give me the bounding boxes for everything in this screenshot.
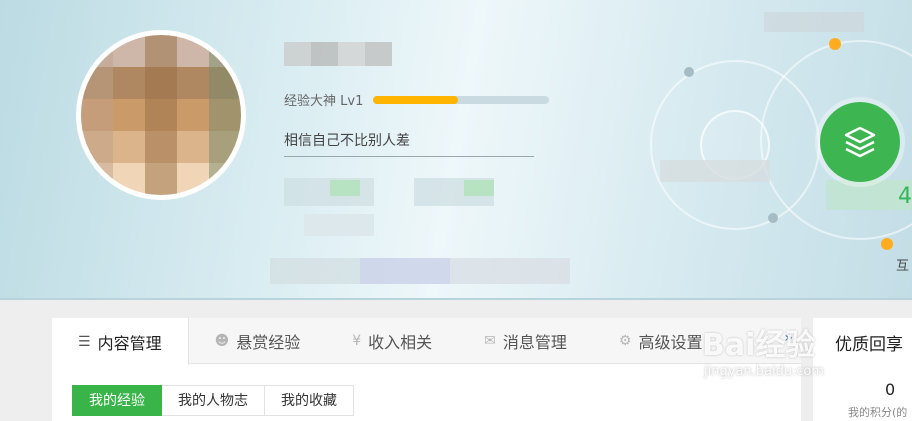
banner-divider (0, 298, 912, 300)
reward-icon: ☻ (214, 333, 230, 349)
right-stat-redacted (764, 12, 864, 32)
decor-dot (829, 38, 841, 50)
info-redacted (270, 258, 570, 284)
points-label: 我的积分(的 (848, 406, 908, 419)
layers-badge[interactable] (820, 102, 900, 182)
quality-share-card: 优质回享 0 我的积分(的 (813, 318, 912, 421)
right-stat-redacted (660, 160, 770, 182)
avatar-image (81, 35, 241, 195)
profile-motto[interactable]: 相信自己不比别人差 (284, 130, 534, 157)
more-tabs-icon[interactable]: » (784, 330, 793, 346)
level-progress-fill (373, 95, 458, 104)
tab-label: 收入相关 (368, 333, 433, 352)
sub-tabs: 我的经验 我的人物志 我的收藏 (72, 385, 354, 416)
tab-label: 悬赏经验 (236, 333, 301, 352)
mail-icon: ✉ (484, 333, 496, 349)
level-progress-bar (373, 95, 550, 104)
level-label: 经验大神 Lv1 (284, 94, 364, 109)
avatar[interactable] (76, 30, 246, 200)
side-card-title: 优质回享 (835, 335, 903, 355)
main-tabs: ☰ 内容管理 ☻ 悬赏经验 ¥ 收入相关 ✉ 消息管理 ⚙ 高级设置 » (52, 318, 801, 365)
subtab-my-profile-stories[interactable]: 我的人物志 (162, 385, 265, 416)
right-stat-digit: 4 (898, 184, 912, 209)
content-panel: ☰ 内容管理 ☻ 悬赏经验 ¥ 收入相关 ✉ 消息管理 ⚙ 高级设置 » 我的经… (52, 318, 801, 421)
decor-dot (684, 67, 694, 77)
username-redacted (284, 42, 392, 66)
decor-dot (881, 238, 893, 250)
tab-income[interactable]: ¥ 收入相关 (326, 318, 458, 364)
tab-label: 消息管理 (502, 333, 567, 352)
tab-content-management[interactable]: ☰ 内容管理 (52, 318, 189, 365)
tab-label: 高级设置 (638, 333, 703, 352)
tab-reward-experience[interactable]: ☻ 悬赏经验 (189, 318, 327, 364)
interaction-label: 互 (896, 259, 910, 274)
points-value: 0 (885, 380, 896, 399)
subtab-my-favorites[interactable]: 我的收藏 (265, 385, 354, 416)
profile-banner: 经验大神 Lv1 相信自己不比别人差 4 互 (0, 0, 912, 298)
tab-label: 内容管理 (97, 333, 162, 353)
subtab-my-experience[interactable]: 我的经验 (72, 385, 162, 416)
gear-icon: ⚙ (618, 333, 632, 349)
layers-icon (844, 126, 876, 158)
yen-icon: ¥ (352, 333, 362, 349)
tab-messages[interactable]: ✉ 消息管理 (458, 318, 593, 364)
list-icon: ☰ (78, 333, 91, 350)
decor-dot (768, 213, 778, 223)
tab-advanced-settings[interactable]: ⚙ 高级设置 (593, 318, 729, 364)
stats-redacted (284, 178, 496, 238)
level-row: 经验大神 Lv1 (284, 90, 550, 109)
